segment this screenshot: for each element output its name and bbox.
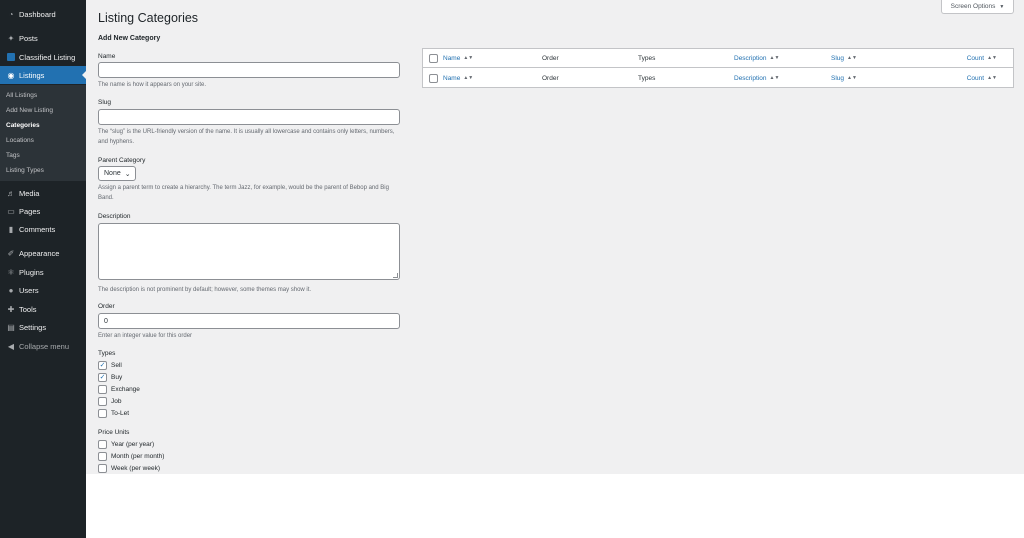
description-label: Description bbox=[98, 213, 131, 220]
plugins-icon: ⚛ bbox=[7, 267, 15, 277]
location-icon: ◉ bbox=[7, 70, 15, 80]
sort-icon: ▲▼ bbox=[463, 75, 474, 81]
column-types: Types bbox=[638, 75, 656, 82]
comments-icon: ▮ bbox=[8, 224, 14, 234]
screen-options-button[interactable]: Screen Options ▼ bbox=[941, 0, 1014, 14]
menu-listings[interactable]: ◉ Listings bbox=[0, 66, 86, 84]
checkbox[interactable] bbox=[98, 464, 107, 473]
column-description-sort[interactable]: Description ▲▼ bbox=[734, 55, 779, 62]
menu-pages[interactable]: ▭ Pages bbox=[0, 202, 86, 220]
collapse-menu-button[interactable]: ◀ Collapse menu bbox=[0, 337, 86, 355]
add-new-category-heading: Add New Category bbox=[98, 35, 161, 42]
price-unit-year-option[interactable]: Year (per year) bbox=[98, 440, 154, 449]
checkbox[interactable] bbox=[98, 440, 107, 449]
column-types: Types bbox=[638, 55, 656, 62]
submenu-categories[interactable]: Categories bbox=[6, 122, 40, 129]
page-title: Listing Categories bbox=[98, 11, 199, 25]
slug-input[interactable] bbox=[98, 109, 400, 125]
description-textarea[interactable] bbox=[98, 223, 400, 280]
sort-icon: ▲▼ bbox=[847, 55, 857, 61]
resize-handle-icon[interactable] bbox=[393, 273, 398, 278]
menu-comments[interactable]: ▮ Comments bbox=[0, 220, 86, 238]
collapse-icon: ◀ bbox=[7, 341, 15, 351]
checkbox[interactable] bbox=[98, 397, 107, 406]
wrench-icon: ✚ bbox=[7, 304, 15, 314]
description-hint: The description is not prominent by defa… bbox=[98, 287, 312, 293]
select-all-checkbox[interactable] bbox=[429, 74, 438, 83]
name-hint: The name is how it appears on your site. bbox=[98, 82, 207, 88]
submenu-tags[interactable]: Tags bbox=[6, 152, 20, 159]
users-icon: ● bbox=[8, 285, 14, 295]
parent-category-label: Parent Category bbox=[98, 157, 146, 164]
categories-table: Name ▲▼ Order Types Description ▲▼ Slug ▲▼ … bbox=[422, 48, 1014, 88]
submenu-listing-types[interactable]: Listing Types bbox=[6, 167, 44, 174]
column-slug-sort[interactable]: Slug ▲▼ bbox=[831, 75, 857, 82]
page-footer-area bbox=[86, 474, 1024, 538]
dashboard-icon: ◔ bbox=[8, 9, 14, 19]
menu-plugins[interactable]: ⚛ Plugins bbox=[0, 263, 86, 281]
menu-media[interactable]: ♬ Media bbox=[0, 184, 86, 202]
slug-hint: The “slug” is the URL-friendly version o… bbox=[98, 129, 395, 145]
menu-classified-listing[interactable]: Classified Listing bbox=[0, 48, 86, 66]
parent-category-select[interactable]: None ⌄ bbox=[98, 166, 136, 181]
select-all-checkbox[interactable] bbox=[429, 54, 438, 63]
submenu-locations[interactable]: Locations bbox=[6, 137, 34, 144]
settings-icon: ▤ bbox=[7, 322, 15, 332]
checkbox-checked[interactable]: ✓ bbox=[98, 361, 107, 370]
classified-icon bbox=[4, 53, 18, 61]
brush-icon: ✐ bbox=[7, 248, 15, 258]
type-job-option[interactable]: Job bbox=[98, 397, 121, 406]
column-name-sort[interactable]: Name ▲▼ bbox=[443, 55, 473, 62]
sort-icon: ▲▼ bbox=[463, 55, 474, 61]
type-sell-option[interactable]: ✓ Sell bbox=[98, 361, 122, 370]
sort-icon: ▲▼ bbox=[987, 75, 997, 81]
sort-icon: ▲▼ bbox=[769, 75, 780, 81]
name-input[interactable] bbox=[98, 62, 400, 78]
checkbox[interactable] bbox=[98, 385, 107, 394]
column-name-sort[interactable]: Name ▲▼ bbox=[443, 75, 473, 82]
menu-tools[interactable]: ✚ Tools bbox=[0, 300, 86, 318]
order-hint: Enter an integer value for this order bbox=[98, 333, 193, 339]
checkbox[interactable] bbox=[98, 409, 107, 418]
sort-icon: ▲▼ bbox=[769, 55, 780, 61]
column-description-sort[interactable]: Description ▲▼ bbox=[734, 75, 779, 82]
caret-down-icon: ▼ bbox=[999, 3, 1005, 10]
menu-dashboard[interactable]: ◔ Dashboard bbox=[0, 5, 86, 23]
price-unit-week-option[interactable]: Week (per week) bbox=[98, 464, 160, 473]
submenu-add-new-listing[interactable]: Add New Listing bbox=[6, 107, 53, 114]
submenu-all-listings[interactable]: All Listings bbox=[6, 92, 37, 99]
menu-appearance[interactable]: ✐ Appearance bbox=[0, 244, 86, 262]
menu-users[interactable]: ● Users bbox=[0, 281, 86, 299]
column-slug-sort[interactable]: Slug ▲▼ bbox=[831, 55, 857, 62]
admin-sidebar: ◔ Dashboard ✦ Posts Classified Listing ◉… bbox=[0, 0, 86, 538]
price-unit-month-option[interactable]: Month (per month) bbox=[98, 452, 164, 461]
menu-posts[interactable]: ✦ Posts bbox=[0, 29, 86, 47]
parent-category-hint: Assign a parent term to create a hierarc… bbox=[98, 185, 389, 201]
media-icon: ♬ bbox=[7, 188, 15, 198]
type-exchange-option[interactable]: Exchange bbox=[98, 385, 140, 394]
table-header-row: Name ▲▼ Order Types Description ▲▼ Slug ▲▼ … bbox=[423, 49, 1013, 68]
type-buy-option[interactable]: ✓ Buy bbox=[98, 373, 122, 382]
column-order: Order bbox=[542, 75, 559, 82]
table-footer-row: Name ▲▼ Order Types Description ▲▼ Slug ▲▼ … bbox=[423, 69, 1013, 88]
pages-icon: ▭ bbox=[7, 206, 15, 216]
sort-icon: ▲▼ bbox=[847, 75, 857, 81]
menu-settings[interactable]: ▤ Settings bbox=[0, 318, 86, 336]
type-to-let-option[interactable]: To-Let bbox=[98, 409, 129, 418]
listings-submenu: All Listings Add New Listing Categories … bbox=[0, 85, 86, 181]
order-input[interactable]: 0 bbox=[98, 313, 400, 329]
slug-label: Slug bbox=[98, 99, 112, 106]
sort-icon: ▲▼ bbox=[987, 55, 997, 61]
pin-icon: ✦ bbox=[7, 33, 15, 43]
checkbox[interactable] bbox=[98, 452, 107, 461]
column-count-sort[interactable]: Count ▲▼ bbox=[967, 55, 997, 62]
checkbox-checked[interactable]: ✓ bbox=[98, 373, 107, 382]
chevron-down-icon: ⌄ bbox=[124, 170, 131, 178]
name-label: Name bbox=[98, 53, 116, 60]
order-label: Order bbox=[98, 303, 115, 310]
column-count-sort[interactable]: Count ▲▼ bbox=[967, 75, 997, 82]
column-order: Order bbox=[542, 55, 559, 62]
types-label: Types bbox=[98, 350, 116, 357]
price-units-label: Price Units bbox=[98, 429, 130, 436]
